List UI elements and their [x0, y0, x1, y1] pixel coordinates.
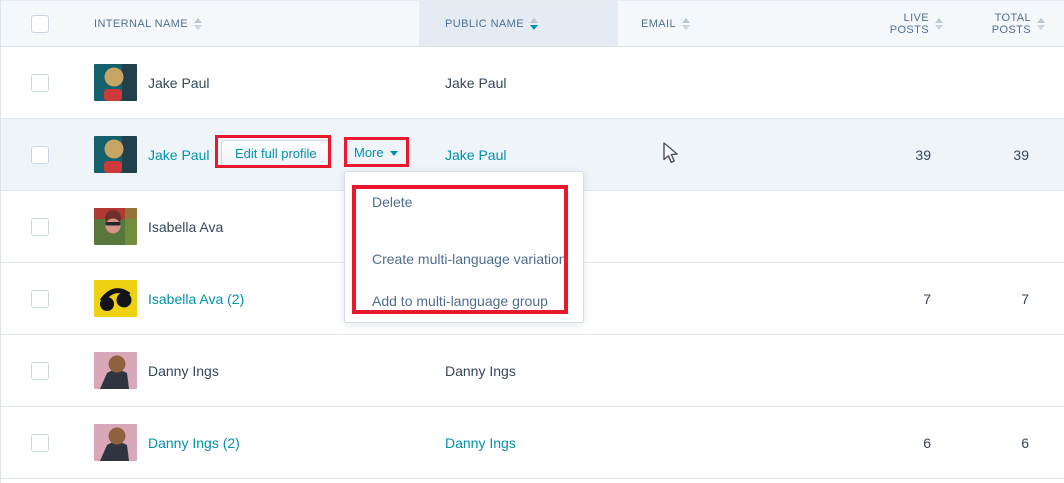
row-checkbox[interactable] — [31, 434, 49, 452]
menu-item-create-multi-language-variation[interactable]: Create multi-language variation — [345, 249, 583, 269]
author-avatar — [94, 136, 137, 173]
author-avatar — [94, 352, 137, 389]
internal-name-text: Isabella Ava — [148, 219, 223, 235]
table-row: Danny Ings (2) Danny Ings 6 6 — [1, 407, 1064, 479]
more-dropdown-menu: Delete Create multi-language variation A… — [344, 171, 584, 323]
edit-full-profile-button[interactable]: Edit full profile — [221, 140, 331, 166]
live-posts-value: 6 — [923, 435, 931, 451]
live-posts-value: 7 — [923, 291, 931, 307]
total-posts-value: 6 — [1021, 435, 1029, 451]
chevron-down-icon — [390, 151, 398, 156]
column-label: EMAIL — [641, 18, 676, 30]
menu-item-add-to-multi-language-group[interactable]: Add to multi-language group — [345, 291, 583, 311]
total-posts-value: 39 — [1013, 147, 1029, 163]
public-name-link[interactable]: Jake Paul — [445, 147, 506, 163]
column-header-internal-name[interactable]: INTERNAL NAME — [61, 1, 419, 46]
author-avatar — [94, 424, 137, 461]
public-name-link[interactable]: Danny Ings — [445, 435, 516, 451]
public-name-text: Jake Paul — [445, 75, 506, 91]
more-label: More — [354, 145, 384, 160]
sort-icon — [194, 18, 202, 30]
column-label: LIVEPOSTS — [890, 12, 929, 36]
internal-name-text: Jake Paul — [148, 75, 209, 91]
column-header-total-posts[interactable]: TOTALPOSTS — [951, 1, 1064, 46]
author-avatar — [94, 64, 137, 101]
author-avatar — [94, 280, 137, 317]
more-dropdown-button[interactable]: More — [354, 145, 398, 160]
sort-icon — [935, 18, 943, 30]
row-checkbox[interactable] — [31, 218, 49, 236]
internal-name-text: Danny Ings — [148, 363, 219, 379]
sort-icon — [1037, 18, 1045, 30]
internal-name-link[interactable]: Jake Paul — [148, 147, 209, 163]
total-posts-value: 7 — [1021, 291, 1029, 307]
table-row: Danny Ings Danny Ings — [1, 335, 1064, 407]
live-posts-value: 39 — [915, 147, 931, 163]
column-label: TOTALPOSTS — [992, 12, 1031, 36]
row-checkbox[interactable] — [31, 74, 49, 92]
column-header-live-posts[interactable]: LIVEPOSTS — [831, 1, 951, 46]
column-label: INTERNAL NAME — [94, 18, 188, 30]
authors-table-page: INTERNAL NAME PUBLIC NAME EMAIL LIVEPOST… — [0, 0, 1064, 483]
internal-name-link[interactable]: Danny Ings (2) — [148, 435, 240, 451]
column-header-public-name[interactable]: PUBLIC NAME — [419, 1, 618, 46]
row-checkbox[interactable] — [31, 146, 49, 164]
column-header-email[interactable]: EMAIL — [618, 1, 831, 46]
internal-name-link[interactable]: Isabella Ava (2) — [148, 291, 244, 307]
sort-desc-icon — [530, 18, 538, 30]
author-avatar — [94, 208, 137, 245]
row-checkbox[interactable] — [31, 362, 49, 380]
sort-icon — [682, 18, 690, 30]
row-checkbox[interactable] — [31, 290, 49, 308]
column-label: PUBLIC NAME — [445, 18, 524, 30]
table-row: Jake Paul Jake Paul — [1, 47, 1064, 119]
menu-item-delete[interactable]: Delete — [345, 192, 583, 212]
public-name-text: Danny Ings — [445, 363, 516, 379]
header-checkbox-cell — [1, 1, 61, 46]
table-header: INTERNAL NAME PUBLIC NAME EMAIL LIVEPOST… — [1, 1, 1064, 47]
select-all-checkbox[interactable] — [31, 15, 49, 33]
